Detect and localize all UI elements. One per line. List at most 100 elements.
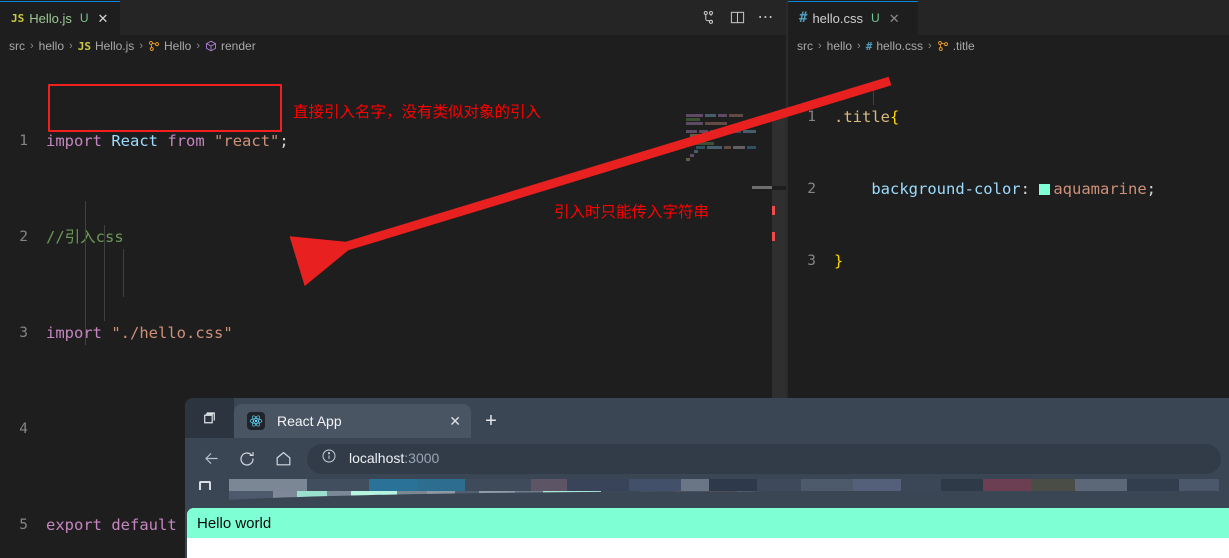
tab-filename: Hello.js [29,10,72,26]
color-swatch-icon[interactable] [1039,184,1051,195]
tab-hello-js[interactable]: JS Hello.js U ✕ [0,0,120,35]
indent-guide [873,81,874,105]
tab-actions-icon[interactable] [185,398,234,438]
method-symbol-icon [205,39,217,53]
js-file-icon: JS [11,11,25,25]
line-content: } [834,249,843,273]
browser-tabstrip: React App ✕ + [185,398,1229,438]
breadcrumb-item-src[interactable]: src [797,39,813,53]
breadcrumb-left: src › hello › JS Hello.js › Hello › rend… [0,35,786,57]
indent-guide [85,321,86,345]
indent-guide [85,297,86,321]
close-icon[interactable]: ✕ [98,12,109,25]
css-rule-symbol-icon [937,39,949,53]
line-content: import React from "react"; [46,129,289,153]
close-icon[interactable]: ✕ [449,414,461,428]
more-actions-icon[interactable]: ⋯ [757,9,774,26]
indent-guide [104,273,105,297]
annotation-note-top: 直接引入名字，没有类似对象的引入 [293,103,542,121]
token-colon: : [1020,180,1030,198]
code-line: 2 background-color: aquamarine; [788,177,1229,201]
breadcrumb-item-hello[interactable]: hello [39,39,64,53]
line-number: 3 [807,253,816,269]
breadcrumb-item-class-hello[interactable]: Hello [164,39,191,53]
line-number: 5 [19,517,28,533]
breadcrumb-item-hellocss[interactable]: hello.css [876,39,923,53]
token-default: default [111,516,177,534]
breadcrumb-item-render[interactable]: render [221,39,256,53]
annotation-note-bottom: 引入时只能传入字符串 [554,203,710,221]
browser-tab-react-app[interactable]: React App ✕ [234,404,471,438]
chevron-right-icon: › [857,40,861,52]
new-tab-button[interactable]: + [471,404,511,438]
token-brace: { [890,108,900,126]
line-number: 1 [19,133,28,149]
token-from: from [167,132,205,150]
line-number: 3 [19,325,28,341]
token-property: background-color [871,180,1021,198]
token-string: "react" [214,132,280,150]
split-editor-icon[interactable] [729,9,746,26]
line-number: 1 [807,109,816,125]
address-text: localhost:3000 [349,450,439,468]
code-line: 3 import "./hello.css" [0,321,786,345]
browser-toolbar: localhost:3000 [185,438,1229,479]
address-host: localhost [349,449,405,466]
chevron-right-icon: › [928,40,932,52]
chevron-right-icon: › [196,40,201,52]
overview-marker [772,232,775,241]
code-line: 1 import React from "react"; [0,129,786,153]
overview-marker [772,206,775,215]
back-button[interactable] [193,443,229,475]
browser-tab-title: React App [277,413,342,429]
site-info-icon[interactable] [321,448,337,469]
address-bar[interactable]: localhost:3000 [307,443,1221,474]
source-control-icon[interactable] [701,9,718,26]
bookmarks-bar[interactable] [185,479,1229,505]
tabbar-left: JS Hello.js U ✕ ⋯ [0,0,786,35]
token-react: React [111,132,159,150]
line-number: 2 [19,229,28,245]
code-lines-right: 1 .title{ 2 background-color: aquamarine… [788,57,1229,321]
tab-status-badge: U [871,11,880,25]
line-number: 4 [19,421,28,437]
line-content: import "./hello.css" [46,321,233,345]
tabbar-actions-left: ⋯ [701,0,786,35]
browser-window: React App ✕ + localhost:3000 Hello world [185,398,1229,558]
minimap-slider[interactable] [752,186,772,189]
code-line: 1 .title{ [788,105,1229,129]
breadcrumb-item-src[interactable]: src [9,39,25,53]
indent-guide [85,249,86,273]
breadcrumb-item-title-rule[interactable]: .title [953,39,975,53]
minimap[interactable] [682,114,756,184]
indent-guide [123,273,124,297]
token-color-value: aquamarine [1053,180,1147,198]
token-import: import [46,132,102,150]
screenshot-root: JS Hello.js U ✕ ⋯ src › hello › JS Hello… [0,0,1229,558]
breadcrumb-item-hello[interactable]: hello [827,39,852,53]
code-line: 2 //引入css [0,225,786,249]
token-semicolon: ; [1146,180,1156,198]
css-file-icon: # [799,10,808,26]
token-selector: .title [834,108,890,126]
hello-world-text: Hello world [197,514,272,532]
hello-world-div: Hello world [187,508,1229,538]
breadcrumb-item-hellojs[interactable]: Hello.js [95,39,134,53]
token-string: "./hello.css" [111,324,233,342]
close-icon[interactable]: ✕ [889,12,900,25]
indent-guide [85,201,86,225]
line-content: .title{ [834,105,899,129]
chevron-right-icon: › [69,40,73,52]
class-symbol-icon [148,39,160,53]
home-button[interactable] [265,443,301,475]
tab-hello-css[interactable]: # hello.css U ✕ [788,0,918,35]
chevron-right-icon: › [818,40,822,52]
reload-button[interactable] [229,443,265,475]
tab-status-badge: U [79,11,89,25]
browser-page-content: Hello world [187,508,1229,558]
token-semicolon: ; [279,132,289,150]
line-number: 2 [807,181,816,197]
chevron-right-icon: › [139,40,143,52]
css-file-icon: # [865,39,873,53]
indent-guide [85,225,86,249]
